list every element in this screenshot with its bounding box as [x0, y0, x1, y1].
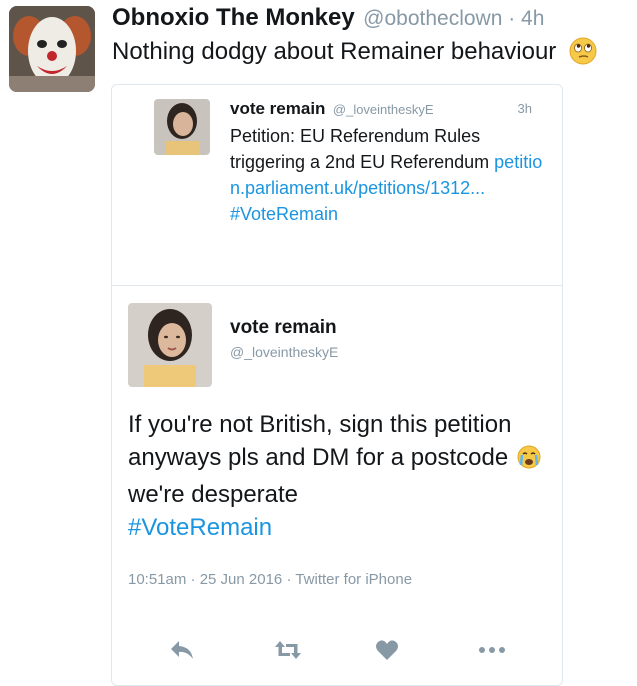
quoted-avatar[interactable]	[154, 99, 210, 155]
embedded-text: If you're not British, sign this petitio…	[128, 408, 553, 544]
quoted-header: vote remain @_loveintheskyE 3h	[230, 99, 550, 119]
reply-icon[interactable]	[164, 636, 200, 664]
author-name[interactable]: Obnoxio The Monkey	[112, 4, 355, 31]
tweet-text-content: Nothing dodgy about Remainer behaviour	[112, 38, 557, 65]
retweet-icon[interactable]	[270, 636, 306, 664]
embedded-avatar[interactable]	[128, 303, 212, 387]
like-icon[interactable]	[369, 636, 405, 664]
crying-face-emoji-icon	[517, 445, 541, 478]
more-icon[interactable]	[474, 636, 510, 664]
quoted-hashtag[interactable]: #VoteRemain	[230, 204, 338, 224]
action-bar	[112, 630, 562, 670]
embedded-hashtag[interactable]: #VoteRemain	[128, 514, 272, 541]
embedded-text-part2: we're desperate	[128, 481, 299, 508]
embedded-text-part1: If you're not British, sign this petitio…	[128, 411, 512, 471]
tweet-text: Nothing dodgy about Remainer behaviour	[112, 37, 597, 72]
rolling-eyes-emoji-icon	[569, 37, 597, 72]
author-avatar[interactable]	[9, 6, 95, 92]
embedded-author-name[interactable]: vote remain	[230, 317, 337, 339]
quoted-author-handle[interactable]: @_loveintheskyE	[333, 102, 434, 117]
author-handle[interactable]: @obotheclown · 4h	[363, 7, 544, 30]
quoted-author-name[interactable]: vote remain	[230, 99, 325, 118]
tweet-header: Obnoxio The Monkey @obotheclown · 4h	[112, 4, 544, 32]
divider	[112, 285, 562, 286]
quoted-text: Petition: EU Referendum Rules triggering…	[230, 123, 550, 227]
quote-card[interactable]: vote remain @_loveintheskyE 3h Petition:…	[111, 84, 563, 686]
embedded-author-handle[interactable]: @_loveintheskyE	[230, 344, 338, 360]
quoted-timestamp[interactable]: 3h	[518, 101, 532, 116]
quoted-text-content: Petition: EU Referendum Rules triggering…	[230, 126, 490, 172]
embedded-meta[interactable]: 10:51am · 25 Jun 2016 · Twitter for iPho…	[128, 571, 412, 588]
